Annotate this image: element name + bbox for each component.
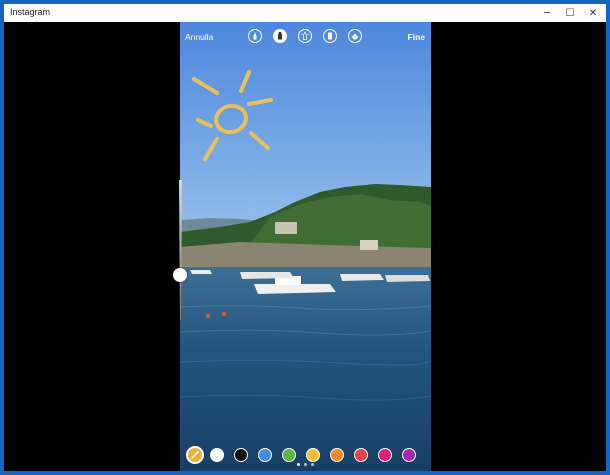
editor-top-bar: Annulla Fine	[180, 22, 431, 52]
eyedropper-swatch[interactable]	[186, 446, 204, 464]
color-swatch-yellow[interactable]	[306, 448, 320, 462]
cancel-button[interactable]: Annulla	[185, 32, 213, 42]
brush-size-slider[interactable]	[173, 180, 187, 320]
color-swatch-green[interactable]	[282, 448, 296, 462]
eraser-icon[interactable]	[348, 29, 362, 43]
page-dot[interactable]	[311, 463, 314, 466]
color-swatch-purple[interactable]	[402, 448, 416, 462]
done-button[interactable]: Fine	[408, 32, 425, 42]
marker-icon[interactable]	[273, 29, 287, 43]
color-swatch-blue[interactable]	[258, 448, 272, 462]
app-window: Instagram ─ ☐ ✕ Annulla Fine	[4, 4, 606, 471]
story-canvas[interactable]: Annulla Fine	[180, 22, 431, 471]
title-bar[interactable]: Instagram ─ ☐ ✕	[4, 4, 606, 22]
palette-page-dots	[180, 463, 431, 469]
app-content: Annulla Fine	[4, 22, 606, 471]
page-dot[interactable]	[304, 463, 307, 466]
page-dot[interactable]	[297, 463, 300, 466]
story-photo	[180, 22, 431, 471]
neon-highlighter-icon[interactable]	[298, 29, 312, 43]
color-swatch-magenta[interactable]	[378, 448, 392, 462]
color-swatch-black[interactable]	[234, 448, 248, 462]
color-swatch-red[interactable]	[354, 448, 368, 462]
chisel-marker-icon[interactable]	[323, 29, 337, 43]
slider-track[interactable]	[179, 180, 182, 320]
color-swatch-orange[interactable]	[330, 448, 344, 462]
color-swatch-white[interactable]	[210, 448, 224, 462]
close-button[interactable]: ✕	[580, 4, 606, 22]
pen-marker-icon[interactable]	[248, 29, 262, 43]
eyedropper-icon	[191, 451, 199, 459]
window-title: Instagram	[10, 7, 51, 17]
slider-handle[interactable]	[173, 268, 187, 282]
